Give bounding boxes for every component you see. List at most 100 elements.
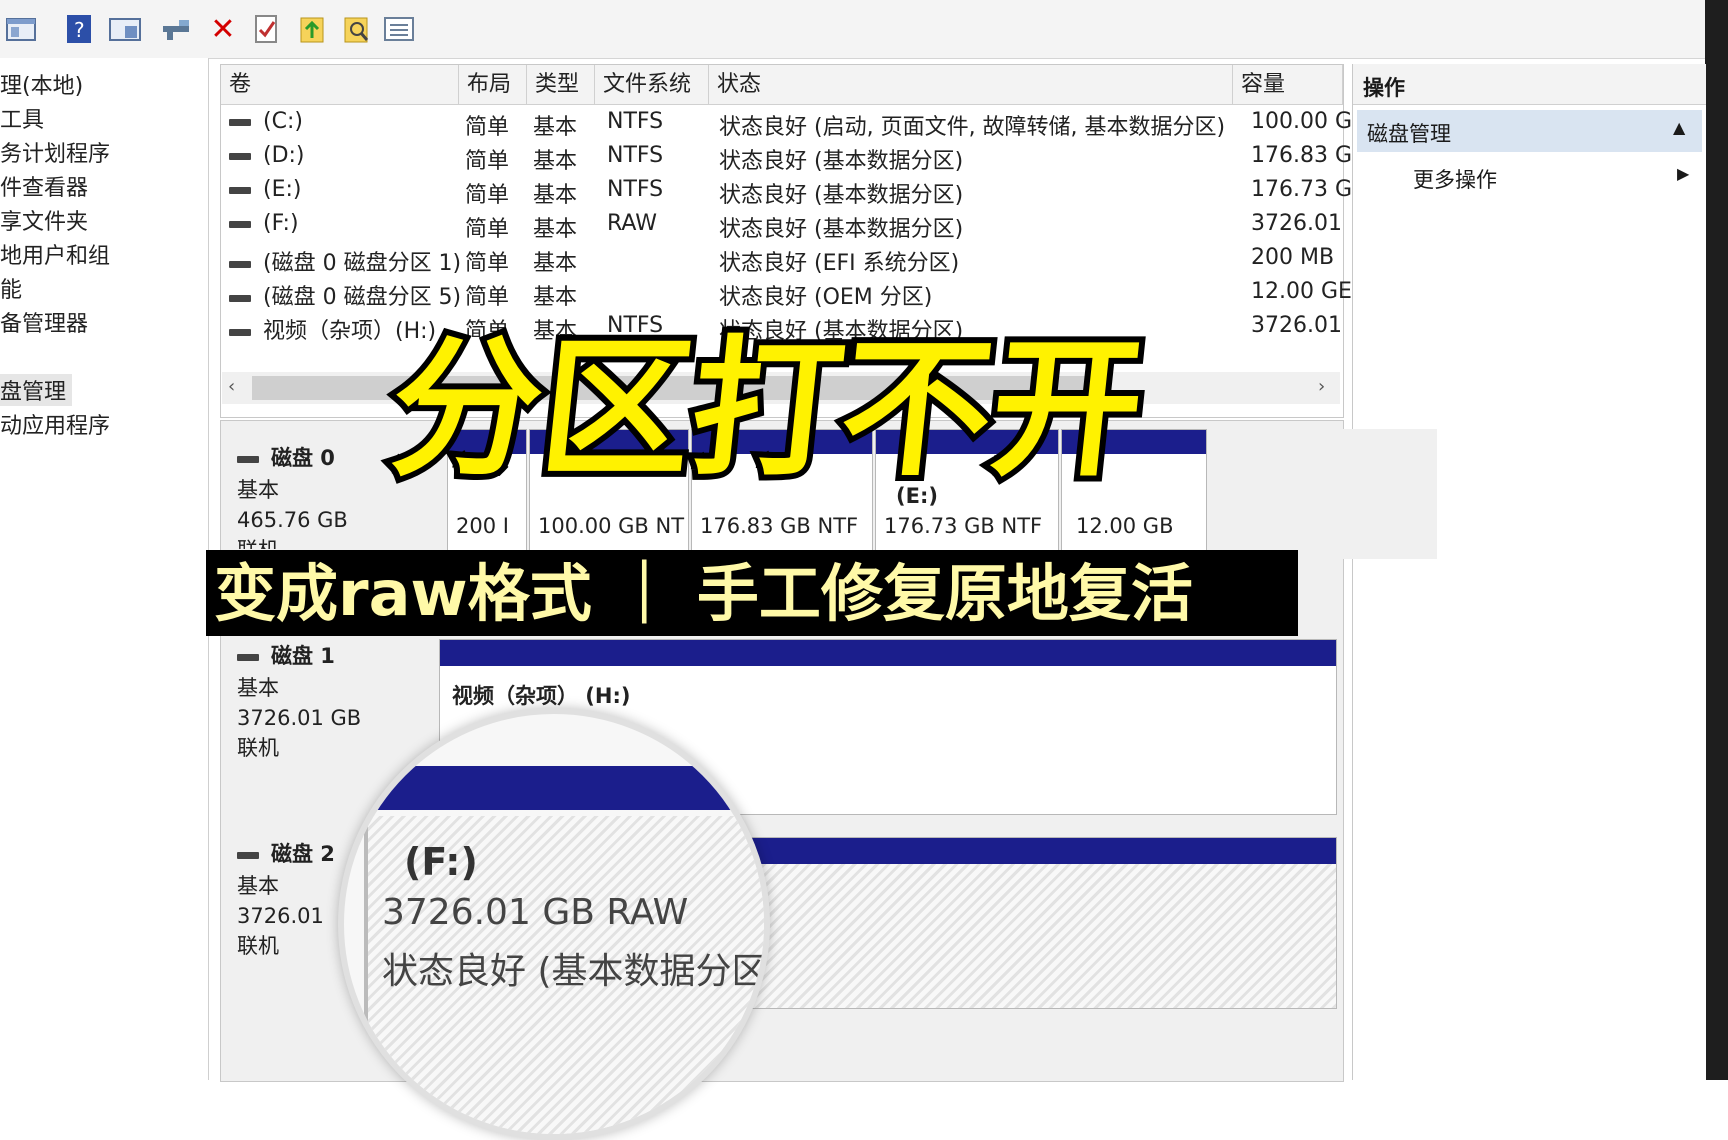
properties-icon[interactable] [108, 12, 142, 46]
cell-status: 状态良好 (EFI 系统分区) [719, 251, 960, 276]
column-header-volume[interactable]: 卷 [221, 65, 459, 105]
tree-item-event-viewer[interactable]: 件查看器 [0, 170, 88, 202]
disk1-size: 3726.01 GB [237, 706, 362, 730]
volume-icon [229, 118, 251, 126]
cell-name: (磁盘 0 磁盘分区 1) [229, 245, 461, 277]
tree-item-device-manager[interactable]: 备管理器 [0, 306, 88, 338]
table-row[interactable]: (磁盘 0 磁盘分区 1) 简单 基本 状态良好 (EFI 系统分区) 200 MB [221, 245, 1341, 277]
cell-fs: NTFS [607, 143, 664, 168]
submenu-arrow-icon: ▶ [1677, 164, 1690, 183]
cell-type: 基本 [533, 115, 578, 140]
help-icon[interactable]: ? [62, 12, 96, 46]
connect-icon[interactable] [160, 12, 194, 46]
table-row[interactable]: (F:) 简单 基本 RAW 状态良好 (基本数据分区) 3726.01 [221, 211, 1342, 243]
cell-layout: 简单 [465, 183, 510, 208]
cell-name: (E:) [229, 177, 301, 202]
table-row[interactable]: (C:) 简单 基本 NTFS 状态良好 (启动, 页面文件, 故障转储, 基本数据分区… [221, 109, 1352, 141]
cell-status: 状态良好 (启动, 页面文件, 故障转储, 基本数据分区) [719, 115, 1226, 140]
cell-status: 状态良好 (OEM 分区) [719, 285, 933, 310]
column-header-layout[interactable]: 布局 [459, 65, 527, 105]
cell-type: 基本 [533, 251, 578, 276]
cell-status: 状态良好 (基本数据分区) [719, 149, 964, 174]
cell-type: 基本 [533, 285, 578, 310]
more-actions-item[interactable]: 更多操作 [1413, 164, 1497, 194]
cell-layout: 简单 [465, 251, 510, 276]
tree-item-local-users[interactable]: 地用户和组 [0, 238, 110, 270]
cell-fs: NTFS [607, 109, 664, 134]
cell-fs: RAW [607, 211, 657, 236]
console-window-icon[interactable] [4, 12, 38, 46]
cell-capacity: 200 MB [1251, 245, 1335, 270]
table-row[interactable]: (E:) 简单 基本 NTFS 状态良好 (基本数据分区) 176.73 G [221, 177, 1352, 209]
cell-fs: NTFS [607, 177, 664, 202]
column-header-capacity[interactable]: 容量 [1233, 65, 1343, 105]
actions-title: 操作 [1363, 76, 1405, 100]
disk0-type: 基本 [237, 478, 279, 502]
cell-capacity: 176.73 G [1251, 177, 1353, 202]
cell-layout: 简单 [465, 285, 510, 310]
tree-item-performance[interactable]: 能 [0, 272, 22, 304]
list-icon[interactable] [382, 12, 416, 46]
magnified-status: 状态良好 (基本数据分区 [382, 951, 768, 992]
magnified-drive-label: (F:) [404, 840, 478, 884]
cell-capacity: 176.83 G [1251, 143, 1353, 168]
cell-layout: 简单 [465, 149, 510, 174]
cell-layout: 简单 [465, 115, 510, 140]
magnified-size: 3726.01 GB RAW [382, 892, 689, 933]
disk2-state: 联机 [237, 934, 279, 958]
volume-icon [229, 260, 251, 268]
disk0-title: 磁盘 0 [237, 443, 335, 473]
import-icon[interactable] [296, 12, 330, 46]
disk2-title: 磁盘 2 [237, 839, 335, 869]
volume-icon [229, 328, 251, 336]
disk-icon [237, 851, 259, 859]
cell-type: 基本 [533, 149, 578, 174]
disk1-type: 基本 [237, 676, 279, 700]
cell-type: 基本 [533, 183, 578, 208]
search-icon[interactable] [340, 12, 374, 46]
actions-pane: 操作 磁盘管理 ▲ 更多操作 ▶ [1352, 64, 1706, 1080]
disk-icon [237, 455, 259, 463]
tree-item-shared-folders[interactable]: 享文件夹 [0, 204, 88, 236]
tree-item-task-scheduler[interactable]: 务计划程序 [0, 136, 110, 168]
tree-item-computer-management[interactable]: 理(本地) [0, 68, 83, 100]
toolbar: ? ✕ [0, 0, 1705, 59]
delete-icon[interactable]: ✕ [206, 12, 240, 47]
tree-item-system-tools[interactable]: 工具 [0, 102, 44, 134]
column-header-type[interactable]: 类型 [527, 65, 595, 105]
background-edge [1705, 0, 1728, 1080]
magnifier-callout: (F:) 3726.01 GB RAW 状态良好 (基本数据分区 [338, 708, 770, 1140]
svg-text:?: ? [74, 18, 85, 42]
check-icon[interactable] [250, 12, 284, 46]
cell-name: (磁盘 0 磁盘分区 5) [229, 279, 461, 311]
overlay-subtitle: 变成raw格式 ｜ 手工修复原地复活 [214, 557, 1193, 630]
disk2-size: 3726.01 [237, 904, 324, 928]
volume-icon [229, 186, 251, 194]
tree-item-services-apps[interactable]: 动应用程序 [0, 408, 110, 440]
disk-icon [237, 653, 259, 661]
scroll-left-icon[interactable]: ‹ [228, 376, 235, 397]
cell-type: 基本 [533, 217, 578, 242]
scroll-right-icon[interactable]: › [1318, 376, 1325, 397]
disk1-title: 磁盘 1 [237, 641, 335, 671]
volume-icon [229, 152, 251, 160]
cell-name: (F:) [229, 211, 299, 236]
disk1-state: 联机 [237, 736, 279, 760]
table-row[interactable]: (D:) 简单 基本 NTFS 状态良好 (基本数据分区) 176.83 G [221, 143, 1352, 175]
tree-item-disk-management[interactable]: 盘管理 [0, 374, 73, 406]
disk0-state: 联机 [237, 535, 279, 549]
table-row[interactable]: (磁盘 0 磁盘分区 5) 简单 基本 状态良好 (OEM 分区) 12.00 GE [221, 279, 1352, 311]
cell-capacity: 3726.01 [1251, 313, 1342, 338]
cell-capacity: 3726.01 [1251, 211, 1342, 236]
cell-capacity: 100.00 G [1251, 109, 1353, 134]
overlay-title: 分区打不开 [377, 317, 1157, 503]
column-header-status[interactable]: 状态 [709, 65, 1233, 105]
disk0-size: 465.76 GB [237, 508, 348, 532]
column-header-filesystem[interactable]: 文件系统 [595, 65, 709, 105]
cell-name: (D:) [229, 143, 305, 168]
volume-icon [229, 220, 251, 228]
cell-layout: 简单 [465, 217, 510, 242]
volume-icon [229, 294, 251, 302]
cell-name: (C:) [229, 109, 303, 134]
collapse-up-icon[interactable]: ▲ [1673, 118, 1685, 137]
